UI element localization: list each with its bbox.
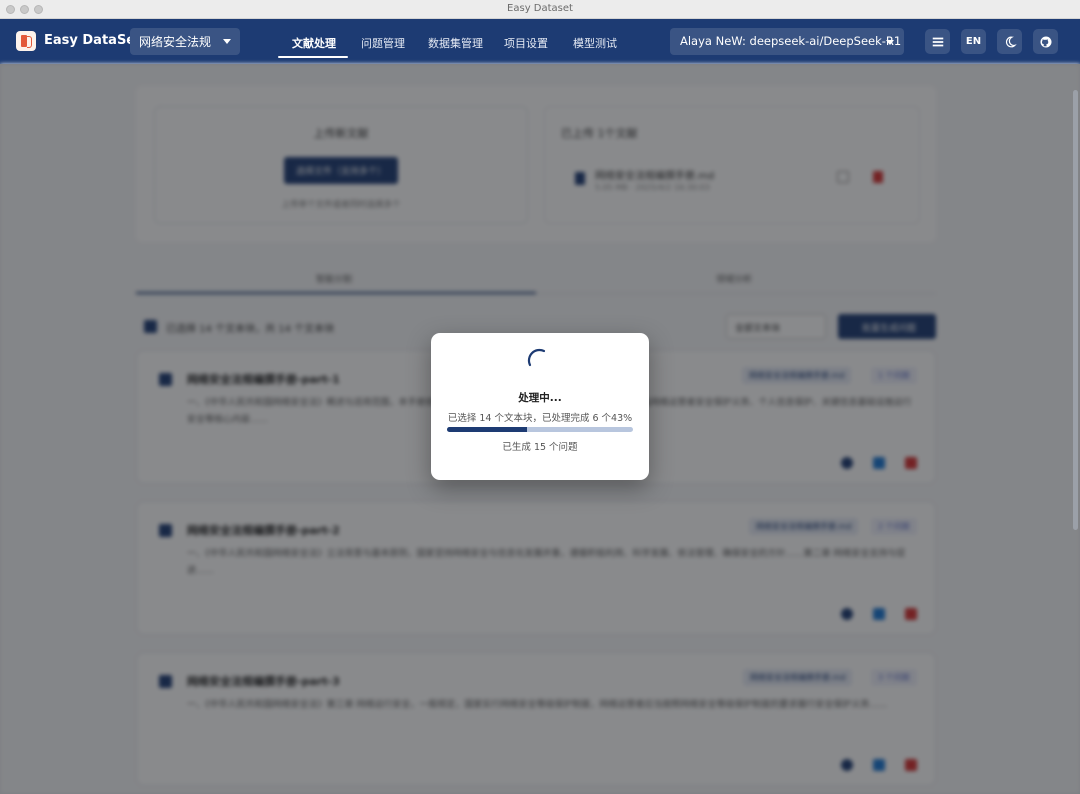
nav-tab-model-test[interactable]: 模型测试: [573, 35, 617, 51]
scrollbar[interactable]: [1073, 90, 1078, 530]
loading-spinner-icon: [527, 348, 546, 367]
window-title: Easy Dataset: [507, 3, 573, 14]
nav-tab-literature[interactable]: 文献处理: [292, 35, 336, 51]
nav-tab-questions[interactable]: 问题管理: [361, 35, 405, 51]
list-icon: [932, 37, 943, 46]
model-select[interactable]: Alaya NeW: deepseek-ai/DeepSeek-R1: [670, 28, 904, 55]
dialog-title: 处理中...: [518, 392, 562, 404]
app-logo: [16, 31, 36, 51]
progress-bar-fill: [447, 427, 527, 432]
chevron-down-icon: [223, 39, 231, 44]
github-button[interactable]: [1033, 29, 1058, 54]
project-select-value: 网络安全法规: [139, 35, 212, 49]
generated-count-text: 已生成 15 个问题: [502, 442, 578, 453]
list-button[interactable]: [925, 29, 950, 54]
project-select[interactable]: 网络安全法规: [130, 28, 240, 55]
theme-toggle-button[interactable]: [997, 29, 1022, 54]
model-select-value: Alaya NeW: deepseek-ai/DeepSeek-R1: [680, 34, 902, 48]
chevron-down-icon: [886, 40, 894, 45]
window-titlebar: Easy Dataset: [0, 0, 1080, 19]
moon-icon: [1005, 36, 1017, 47]
github-icon: [1039, 35, 1052, 48]
language-button[interactable]: EN: [961, 29, 986, 54]
progress-text: 已选择 14 个文本块，已处理完成 6 个43%: [447, 413, 633, 424]
brand-name: Easy DataSet: [44, 33, 142, 48]
active-tab-indicator: [278, 56, 348, 58]
language-label: EN: [965, 36, 982, 47]
progress-bar: [447, 427, 633, 432]
processing-dialog: 处理中... 已选择 14 个文本块，已处理完成 6 个43% 已生成 15 个…: [431, 333, 649, 480]
top-navbar: Easy DataSet 网络安全法规 文献处理 问题管理 数据集管理 项目设置…: [0, 19, 1080, 64]
nav-tab-settings[interactable]: 项目设置: [504, 35, 548, 51]
nav-tab-datasets[interactable]: 数据集管理: [428, 35, 483, 51]
